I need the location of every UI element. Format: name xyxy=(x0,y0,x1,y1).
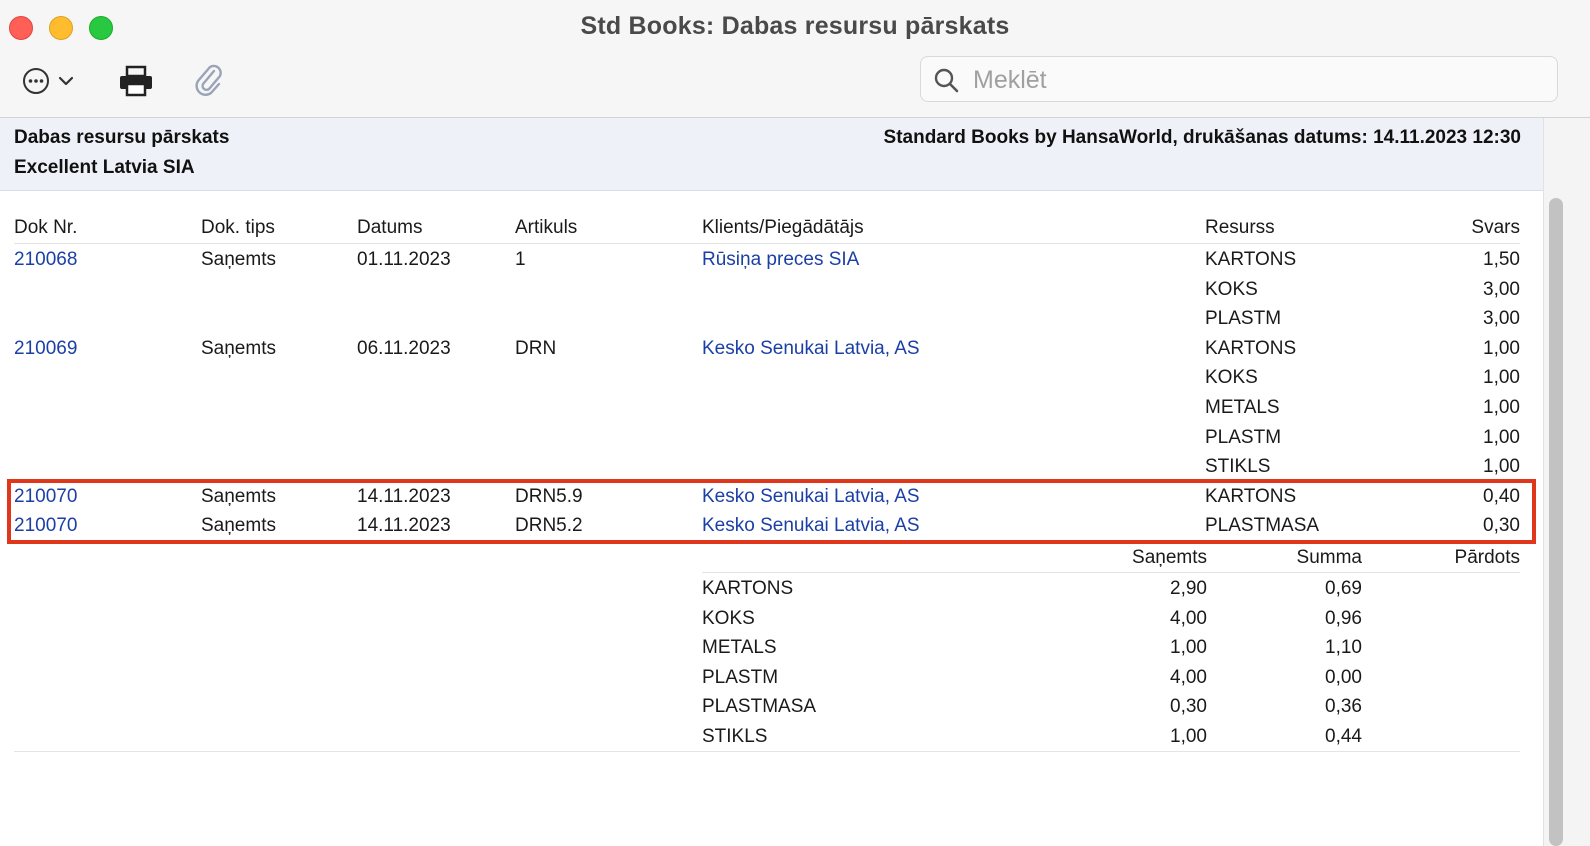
doc-type: Saņemts xyxy=(201,338,276,359)
window-title: Std Books: Dabas resursu pārskats xyxy=(580,12,1010,40)
resource-name: STIKLS xyxy=(1205,456,1271,477)
weight-value: 0,30 xyxy=(1483,515,1520,536)
summary-received: 0,30 xyxy=(1170,696,1207,717)
report-window: Std Books: Dabas resursu pārskats Meklēt… xyxy=(0,0,1590,846)
client-link[interactable]: Kesko Senukai Latvia, AS xyxy=(702,486,920,508)
summary-sum: 0,69 xyxy=(1325,578,1362,599)
summary-sum: 1,10 xyxy=(1325,637,1362,658)
doc-nr-link[interactable]: 210070 xyxy=(14,486,77,508)
doc-nr-link[interactable]: 210068 xyxy=(14,249,77,271)
item-code: DRN5.2 xyxy=(515,515,583,536)
doc-date: 14.11.2023 xyxy=(357,486,451,507)
report-header: Dabas resursu pārskats Excellent Latvia … xyxy=(0,118,1543,191)
summary-received: 4,00 xyxy=(1170,667,1207,688)
summary-header-sum: Summa xyxy=(1296,547,1362,568)
client-link[interactable]: Rūsiņa preces SIA xyxy=(702,249,859,271)
client-link[interactable]: Kesko Senukai Latvia, AS xyxy=(702,338,920,360)
paperclip-icon xyxy=(195,64,222,96)
weight-value: 1,00 xyxy=(1483,367,1520,388)
resource-name: PLASTM xyxy=(1205,427,1282,448)
summary-received: 4,00 xyxy=(1170,608,1207,629)
weight-value: 0,40 xyxy=(1483,486,1520,507)
summary-resource: KARTONS xyxy=(702,578,794,599)
item-code: DRN xyxy=(515,338,557,359)
weight-value: 3,00 xyxy=(1483,279,1520,300)
report-name: Dabas resursu pārskats xyxy=(14,127,230,148)
weight-value: 1,00 xyxy=(1483,456,1520,477)
resource-name: PLASTMASA xyxy=(1205,515,1320,536)
col-header-weight: Svars xyxy=(1471,217,1520,238)
summary-resource: STIKLS xyxy=(702,726,768,747)
summary-resource: KOKS xyxy=(702,608,755,629)
summary-resource: PLASTM xyxy=(702,667,779,688)
client-link[interactable]: Kesko Senukai Latvia, AS xyxy=(702,515,920,537)
resource-name: KARTONS xyxy=(1205,486,1297,507)
weight-value: 1,00 xyxy=(1483,427,1520,448)
item-code: 1 xyxy=(515,249,526,270)
weight-value: 3,00 xyxy=(1483,308,1520,329)
summary-header-sold: Pārdots xyxy=(1454,547,1520,568)
ellipsis-circle-icon xyxy=(23,68,49,94)
resource-name: KARTONS xyxy=(1205,338,1297,359)
col-header-doc-nr: Dok Nr. xyxy=(14,217,78,238)
printer-icon xyxy=(120,65,152,97)
col-header-client: Klients/Piegādātājs xyxy=(702,217,864,238)
weight-value: 1,50 xyxy=(1483,249,1520,270)
doc-date: 01.11.2023 xyxy=(357,249,451,270)
doc-date: 06.11.2023 xyxy=(357,338,451,359)
summary-header-divider xyxy=(702,572,1520,573)
report-end-divider xyxy=(14,751,1520,752)
col-header-resource: Resurss xyxy=(1205,217,1275,238)
attachment-button[interactable] xyxy=(192,62,226,98)
printed-by-info: Standard Books by HansaWorld, drukāšanas… xyxy=(883,127,1521,148)
resource-name: KOKS xyxy=(1205,367,1258,388)
summary-received: 2,90 xyxy=(1170,578,1207,599)
doc-date: 14.11.2023 xyxy=(357,515,451,536)
search-input[interactable] xyxy=(971,63,1535,97)
resource-name: PLASTM xyxy=(1205,308,1282,329)
summary-sum: 0,00 xyxy=(1325,667,1362,688)
window-toolbar: Std Books: Dabas resursu pārskats xyxy=(0,0,1590,118)
summary-sum: 0,44 xyxy=(1325,726,1362,747)
summary-sum: 0,96 xyxy=(1325,608,1362,629)
col-header-date: Datums xyxy=(357,217,423,238)
doc-type: Saņemts xyxy=(201,249,276,270)
summary-header-received: Saņemts xyxy=(1132,547,1207,568)
more-actions-button[interactable] xyxy=(22,64,82,98)
summary-resource: METALS xyxy=(702,637,777,658)
resource-name: KARTONS xyxy=(1205,249,1297,270)
chevron-down-icon xyxy=(58,76,74,86)
col-header-doc-type: Dok. tips xyxy=(201,217,275,238)
search-field[interactable] xyxy=(920,56,1558,102)
resource-name: METALS xyxy=(1205,397,1280,418)
col-header-item: Artikuls xyxy=(515,217,578,238)
scrollbar-thumb[interactable] xyxy=(1549,198,1563,846)
doc-type: Saņemts xyxy=(201,486,276,507)
company-name: Excellent Latvia SIA xyxy=(14,157,195,178)
header-divider xyxy=(14,243,1520,244)
weight-value: 1,00 xyxy=(1483,397,1520,418)
summary-received: 1,00 xyxy=(1170,726,1207,747)
resource-name: KOKS xyxy=(1205,279,1258,300)
doc-nr-link[interactable]: 210070 xyxy=(14,515,77,537)
summary-received: 1,00 xyxy=(1170,637,1207,658)
search-icon xyxy=(934,68,959,93)
weight-value: 1,00 xyxy=(1483,338,1520,359)
summary-sum: 0,36 xyxy=(1325,696,1362,717)
item-code: DRN5.9 xyxy=(515,486,583,507)
print-button[interactable] xyxy=(118,64,154,98)
summary-resource: PLASTMASA xyxy=(702,696,817,717)
doc-type: Saņemts xyxy=(201,515,276,536)
doc-nr-link[interactable]: 210069 xyxy=(14,338,77,360)
